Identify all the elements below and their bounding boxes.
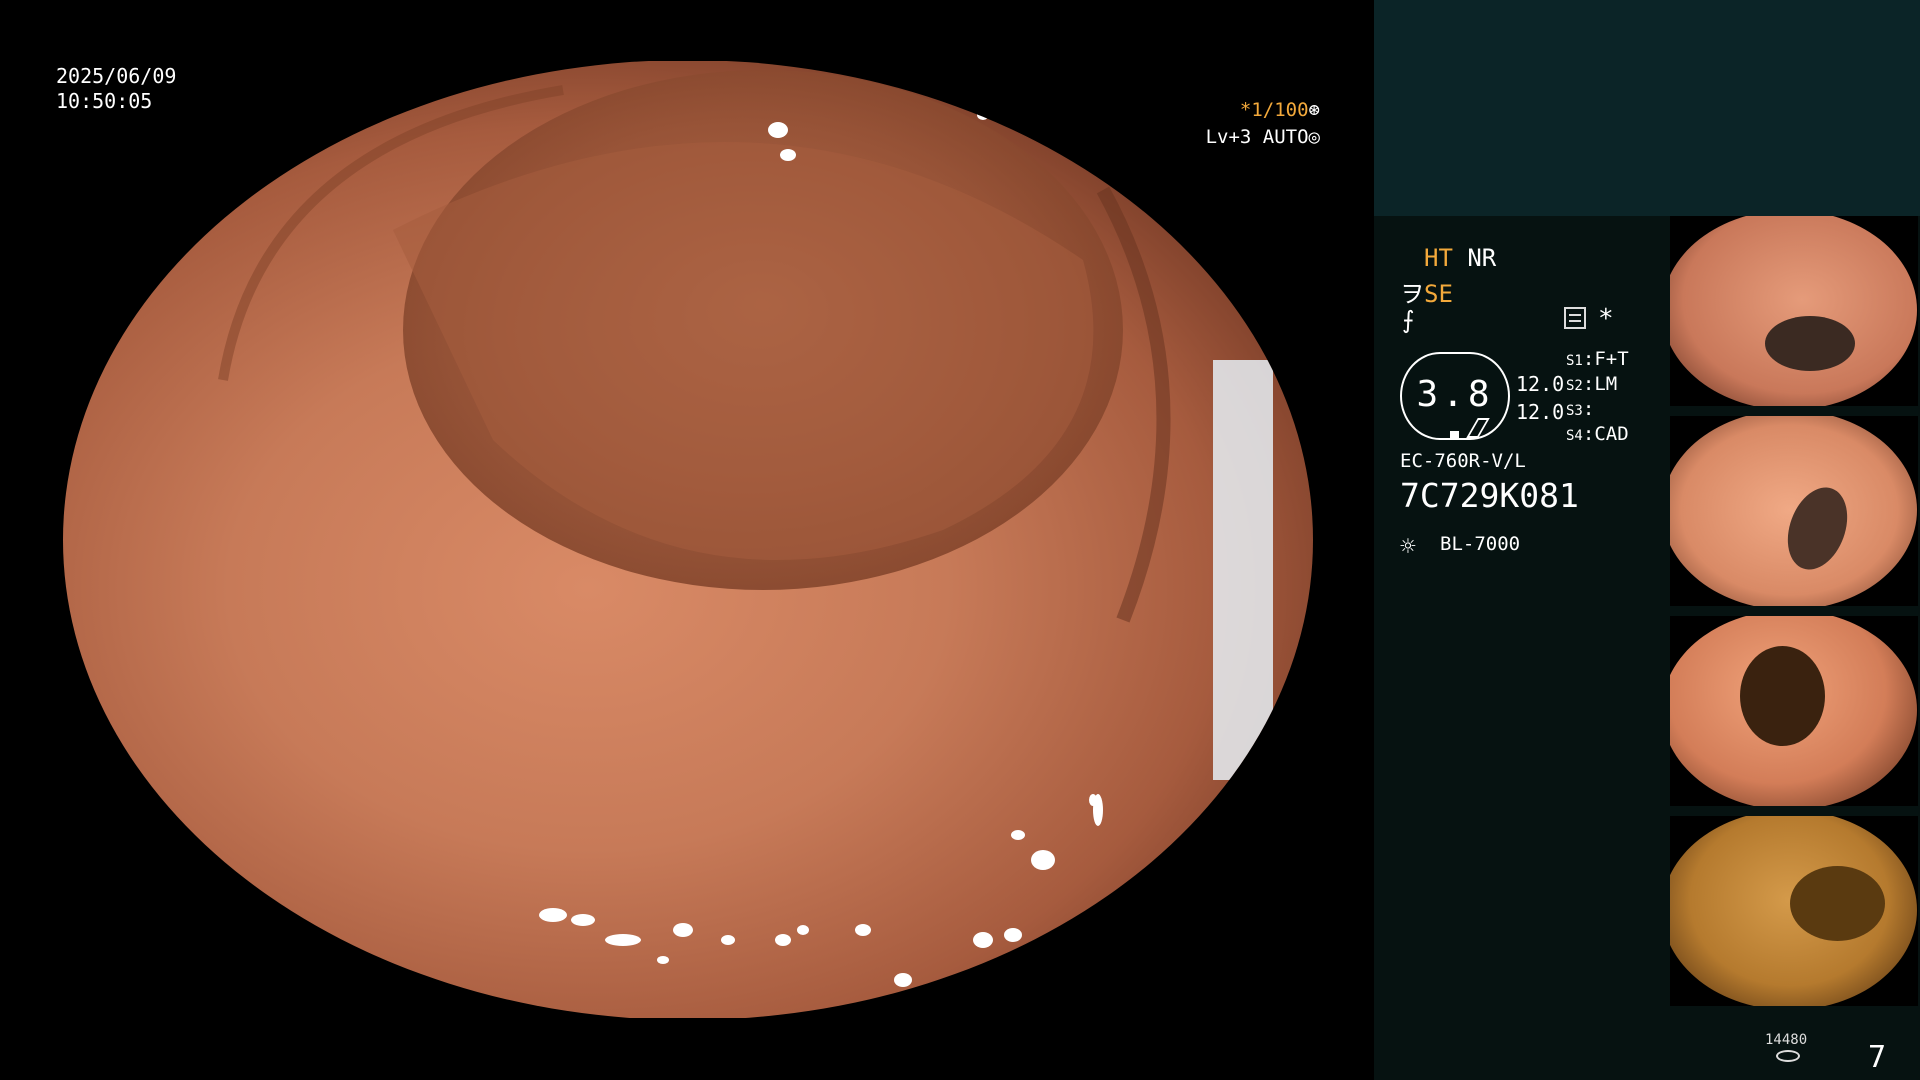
slot-key: S3: [1566, 403, 1583, 419]
zoom-param-a: 12.0: [1516, 372, 1565, 396]
datetime: 2025/06/09 10:50:05: [56, 64, 176, 114]
se-label: SE: [1424, 280, 1453, 308]
colon-lumen-graphic: [218, 70, 1273, 987]
zoom-marker-icon: [1450, 431, 1459, 440]
frame-mask-bottom: [0, 1018, 1372, 1080]
endoscope-view: [63, 60, 1313, 1020]
enhancement-icon: ヲ: [1400, 280, 1424, 308]
date: 2025/06/09: [56, 64, 177, 88]
filter-icon: ⨍: [1402, 306, 1415, 334]
aperture-icon: ⊛: [1308, 99, 1320, 121]
level-value: Lv+3 AUTO: [1205, 126, 1309, 148]
slot-key: S4: [1566, 428, 1583, 444]
capture-thumbnail[interactable]: [1670, 416, 1918, 606]
menu-icon: [1564, 307, 1586, 329]
scope-model: EC-760R-V/L: [1400, 450, 1526, 472]
slot-s1: S1:F+T: [1566, 348, 1629, 370]
time: 10:50:05: [56, 89, 153, 113]
slot-key: S2: [1566, 378, 1583, 394]
frame-mask-top: [0, 0, 1372, 61]
storage-count: 14480: [1765, 1032, 1808, 1048]
thumbnail-image: [1670, 216, 1917, 406]
slot-value: LM: [1594, 373, 1618, 395]
iris-icon: ◎: [1308, 126, 1320, 148]
star-indicator: *: [1598, 304, 1614, 334]
nr-indicator: NR: [1467, 244, 1497, 272]
slot-s4: S4:CAD: [1566, 423, 1629, 445]
scope-serial: 7C729K081: [1400, 476, 1579, 515]
thumbnail-lumen: [1765, 316, 1855, 371]
thumbnail-lumen: [1790, 866, 1885, 941]
zoom-value: 3.8: [1416, 374, 1494, 415]
slot-key: S1: [1566, 353, 1583, 369]
slot-value: F+T: [1594, 348, 1629, 370]
zoom-param-b: 12.0: [1516, 400, 1565, 424]
mode-indicators: HT NR: [1424, 244, 1496, 272]
disk-icon: [1776, 1050, 1800, 1062]
shutter-value: *1/100: [1239, 99, 1309, 121]
capture-thumbnail[interactable]: [1670, 616, 1918, 806]
shutter-speed: *1/100⊛: [1155, 99, 1320, 121]
light-source: BL-7000: [1440, 533, 1521, 555]
capture-thumbnail[interactable]: [1670, 216, 1918, 406]
slot-s2: S2:LM: [1566, 373, 1618, 395]
lamp-icon: ☼: [1400, 532, 1416, 562]
slot-value: CAD: [1594, 423, 1629, 445]
se-indicator: ヲSE: [1400, 274, 1453, 309]
thumbnail-lumen: [1740, 646, 1825, 746]
ht-indicator: HT: [1424, 244, 1453, 272]
capture-count: 7: [1868, 1040, 1887, 1075]
capture-thumbnail[interactable]: [1670, 816, 1918, 1006]
slot-s3: S3:: [1566, 398, 1595, 420]
thumbnail-image: [1670, 416, 1917, 606]
panel-header: [1374, 0, 1920, 216]
brightness-level: Lv+3 AUTO◎: [1150, 126, 1320, 148]
